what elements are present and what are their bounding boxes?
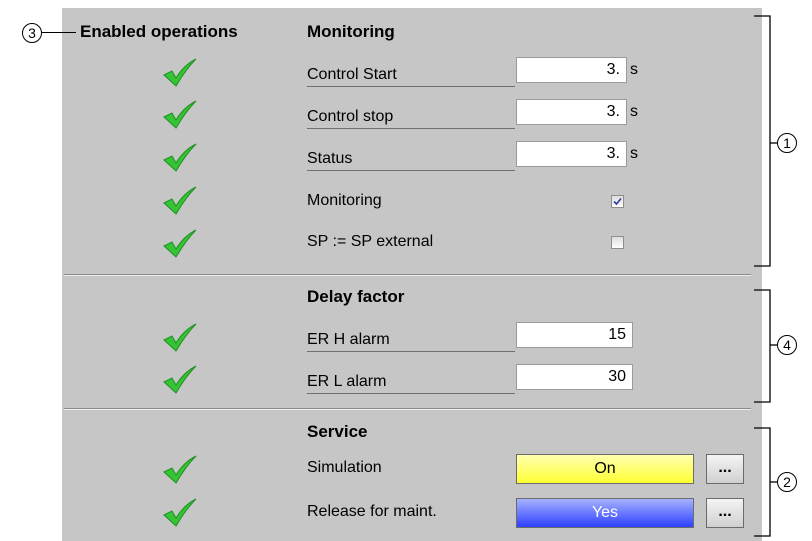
enabled-operations-header: Enabled operations: [80, 22, 238, 41]
simulation-on-button[interactable]: On: [516, 454, 694, 484]
control-stop-input[interactable]: 3.: [516, 99, 627, 125]
control-start-unit: s: [630, 61, 638, 78]
status-unit: s: [630, 145, 638, 162]
checkmark-icon: [162, 364, 198, 394]
checkbox-checked-icon: [613, 197, 622, 206]
release-maint-more-button[interactable]: ...: [706, 498, 744, 528]
checkmark-icon: [162, 185, 198, 215]
section-divider-highlight: [64, 409, 751, 410]
monitoring-header: Monitoring: [307, 22, 395, 41]
monitoring-option-label: Monitoring: [307, 192, 382, 209]
status-input[interactable]: 3.: [516, 141, 627, 167]
sp-external-checkbox[interactable]: [611, 236, 624, 249]
control-start-input[interactable]: 3.: [516, 57, 627, 83]
service-header: Service: [307, 422, 368, 441]
callout-brackets: [754, 15, 777, 537]
section-divider-highlight: [64, 275, 751, 276]
monitoring-checkbox[interactable]: [611, 195, 624, 208]
callout-4: 4: [777, 335, 797, 355]
checkmark-icon: [162, 57, 198, 87]
control-stop-label: Control stop: [307, 104, 515, 129]
er-l-alarm-input[interactable]: 30: [516, 364, 633, 390]
callout-3-leader: [42, 32, 76, 33]
delay-factor-header: Delay factor: [307, 287, 405, 306]
er-h-alarm-label: ER H alarm: [307, 327, 515, 352]
control-stop-unit: s: [630, 103, 638, 120]
er-l-alarm-label: ER L alarm: [307, 369, 515, 394]
checkmark-icon: [162, 99, 198, 129]
callout-3: 3: [22, 23, 42, 43]
checkmark-icon: [162, 322, 198, 352]
checkmark-icon: [162, 142, 198, 172]
simulation-label: Simulation: [307, 459, 382, 476]
simulation-more-button[interactable]: ...: [706, 454, 744, 484]
release-maint-yes-button[interactable]: Yes: [516, 498, 694, 528]
er-h-alarm-input[interactable]: 15: [516, 322, 633, 348]
release-maint-label: Release for maint.: [307, 503, 437, 520]
checkmark-icon: [162, 228, 198, 258]
checkmark-icon: [162, 454, 198, 484]
control-start-label: Control Start: [307, 62, 515, 87]
callout-1: 1: [777, 133, 797, 153]
status-label: Status: [307, 146, 515, 171]
callout-2: 2: [777, 472, 797, 492]
checkmark-icon: [162, 497, 198, 527]
sp-external-label: SP := SP external: [307, 233, 434, 250]
